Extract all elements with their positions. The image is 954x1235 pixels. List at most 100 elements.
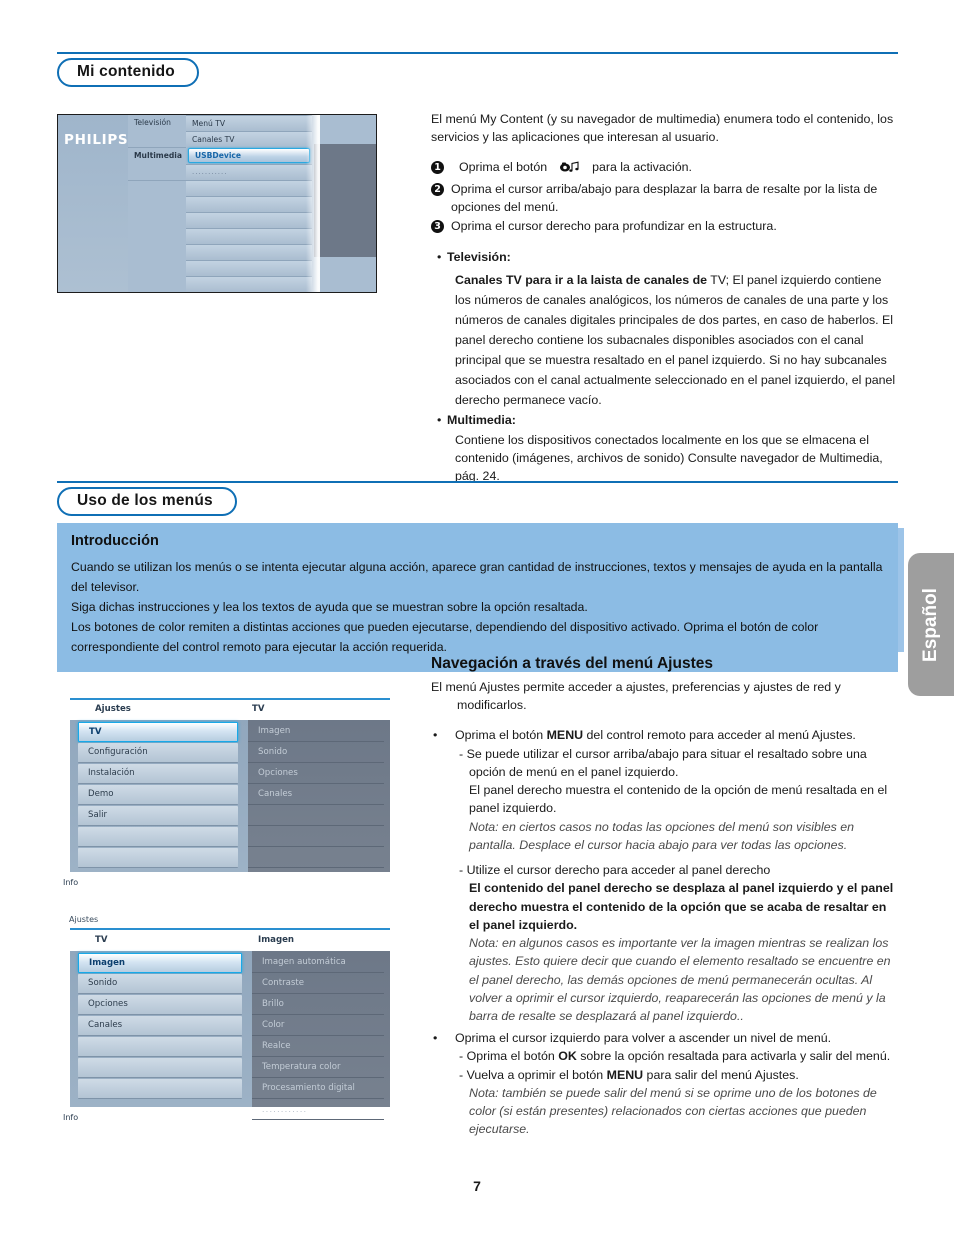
tv-item-empty-8: . <box>186 292 312 293</box>
menu2-sub-color[interactable]: Color <box>252 1016 384 1036</box>
menu1-item-instalacion[interactable]: Instalación <box>78 764 238 784</box>
step-1-text-before: Oprima el botón <box>459 160 548 175</box>
tv-category-spacer-4: . <box>128 197 186 213</box>
menu1-right-panel: Imagen Sonido Opciones Canales . . . <box>248 720 390 872</box>
philips-logo: PHILIPS <box>64 132 129 148</box>
menu2-sub-temperatura-color[interactable]: Temperatura color <box>252 1058 384 1078</box>
menu2-item-empty-1: . <box>78 1037 242 1057</box>
multimedia-button-icon <box>559 160 581 178</box>
menu2-right-panel: Imagen automática Contraste Brillo Color… <box>252 951 390 1120</box>
menu1-item-salir[interactable]: Salir <box>78 806 238 826</box>
tv-item-canales-tv[interactable]: Canales TV <box>186 131 312 147</box>
step-2-text: Oprima el cursor arriba/abajo para despl… <box>451 181 878 214</box>
mi-contenido-body: El menú My Content (y su navegador de mu… <box>431 110 898 485</box>
menu2-item-canales[interactable]: Canales <box>78 1016 242 1036</box>
menu1-right-header: TV <box>252 704 265 714</box>
tv-category-spacer: . <box>128 131 186 147</box>
menu1-left-panel: TV Configuración Instalación Demo Salir … <box>70 720 248 872</box>
language-tab-label: Español <box>920 587 941 662</box>
bullet-dot-icon-2: • <box>437 413 442 428</box>
tv-fade-overlay <box>306 115 320 292</box>
television-body: Canales TV para ir a la laista de canale… <box>431 270 898 411</box>
menu2-item-empty-2: . <box>78 1058 242 1078</box>
tv-item-dots: ........... <box>186 164 312 180</box>
step-3: 3 Oprima el cursor derecho para profundi… <box>431 217 898 235</box>
dash-icon-2: - <box>459 863 467 878</box>
nav-sub-1b: El panel derecho muestra el contenido de… <box>469 783 888 816</box>
nav-sub-3a: - Oprima el botón OK sobre la opción res… <box>431 1047 898 1065</box>
tv-right-gray-panel <box>314 144 376 257</box>
dash-icon-4: - <box>459 1067 467 1082</box>
heading-rule <box>57 52 898 54</box>
tv-menu-screenshot-imagen: Ajustes TV Imagen Imagen Sonido Opciones… <box>63 915 390 1122</box>
menu1-sub-canales[interactable]: Canales <box>248 785 384 805</box>
introduccion-box: Introducción Cuando se utilizan los menú… <box>57 523 898 672</box>
menu2-sub-dots: ............ <box>252 1100 384 1120</box>
menu2-sub-brillo[interactable]: Brillo <box>252 995 384 1015</box>
menu-top-rule <box>70 698 390 700</box>
section-heading-uso-de-los-menus: Uso de los menús <box>57 481 898 516</box>
bullet-multimedia: • Multimedia: <box>431 411 898 429</box>
menu1-sub-empty-1: . <box>248 806 384 826</box>
menu2-item-imagen[interactable]: Imagen <box>78 953 242 973</box>
nav-note-2: Nota: en algunos casos es importante ver… <box>469 936 891 1023</box>
tv-category-multimedia[interactable]: Multimedia <box>128 147 186 164</box>
nav-bullet-1: • Oprima el botón MENU del control remoto… <box>431 726 898 744</box>
menu1-sub-opciones[interactable]: Opciones <box>248 764 384 784</box>
tv-item-empty-6: . <box>186 260 312 276</box>
tv-category-television[interactable]: Televisión <box>128 115 186 131</box>
menu1-sub-imagen[interactable]: Imagen <box>248 722 384 742</box>
nav-sub-3b-pre: Vuelva a oprimir el botón <box>466 1067 607 1082</box>
menu2-sub-imagen-automatica[interactable]: Imagen automática <box>252 953 384 973</box>
key-menu-2: MENU <box>606 1067 644 1082</box>
multimedia-body: Contiene los dispositivos conectados loc… <box>455 432 883 483</box>
mi-contenido-intro-paragraph: El menú My Content (y su navegador de mu… <box>431 112 894 145</box>
section-title-mi-contenido: Mi contenido <box>57 58 199 87</box>
menu1-info-label: Info <box>63 878 79 887</box>
bullet-dot-icon-3: • <box>433 728 438 743</box>
menu2-left-panel: Imagen Sonido Opciones Canales . . . <box>70 951 252 1107</box>
page-number: 7 <box>473 1178 481 1194</box>
menu1-sub-empty-2: . <box>248 827 384 847</box>
menu1-item-tv[interactable]: TV <box>78 722 238 742</box>
tv-item-usbdevice-selected[interactable]: USBDevice <box>188 148 310 163</box>
menu1-item-demo[interactable]: Demo <box>78 785 238 805</box>
bullet-dot-icon-4: • <box>433 1031 438 1046</box>
menu2-sub-contraste[interactable]: Contraste <box>252 974 384 994</box>
menu2-left-header: TV <box>95 935 108 945</box>
menu2-item-sonido[interactable]: Sonido <box>78 974 242 994</box>
menu2-item-opciones[interactable]: Opciones <box>78 995 242 1015</box>
nav-sub-2: - Utilize el cursor derecho para acceder… <box>431 861 898 879</box>
tv-category-spacer-2: . <box>128 164 186 180</box>
navegacion-lead: El menú Ajustes permite acceder a ajuste… <box>431 680 841 713</box>
nav-bullet-3: • Oprima el cursor izquierdo para volver … <box>431 1029 898 1047</box>
step-3-text: Oprima el cursor derecho para profundiza… <box>451 219 777 234</box>
television-bold-lead: Canales TV para ir a la laista de canale… <box>455 272 708 287</box>
television-body-text: TV; El panel izquierdo contiene los núme… <box>455 272 896 408</box>
nav-bullet-1-pre: Oprima el botón <box>455 728 547 743</box>
introduccion-title: Introducción <box>71 533 159 549</box>
menu2-info-label: Info <box>63 1113 79 1122</box>
tv-menu-screenshot-ajustes: Ajustes TV TV Configuración Instalación … <box>63 698 390 887</box>
menu1-item-configuracion[interactable]: Configuración <box>78 743 238 763</box>
language-tab-espanol[interactable]: Español <box>908 553 954 696</box>
step-1-text-after: para la activación. <box>592 160 692 175</box>
nav-sub-3a-pre: Oprima el botón <box>466 1049 559 1064</box>
tv-item-menu-tv[interactable]: Menú TV <box>186 115 312 131</box>
menu1-sub-empty-3: . <box>248 848 384 868</box>
key-ok: OK <box>558 1049 577 1064</box>
introduccion-line-1: Cuando se utilizan los menús o se intent… <box>71 560 883 594</box>
key-menu-1: MENU <box>546 728 584 743</box>
nav-bullet-3-text: Oprima el cursor izquierdo para volver a… <box>455 1031 832 1046</box>
introduccion-line-3: Los botones de color remiten a distintas… <box>71 619 819 654</box>
menu2-sub-realce[interactable]: Realce <box>252 1037 384 1057</box>
menu1-sub-sonido[interactable]: Sonido <box>248 743 384 763</box>
menu1-left-header: Ajustes <box>95 704 131 714</box>
navegacion-body: El menú Ajustes permite acceder a ajuste… <box>431 678 898 1139</box>
tv-screenshot-my-content: PHILIPS Televisión . Multimedia . . . Me… <box>57 114 377 293</box>
menu2-sub-procesamiento-digital[interactable]: Procesamiento digital <box>252 1079 384 1099</box>
navegacion-title: Navegación a través del menú Ajustes <box>431 655 713 672</box>
